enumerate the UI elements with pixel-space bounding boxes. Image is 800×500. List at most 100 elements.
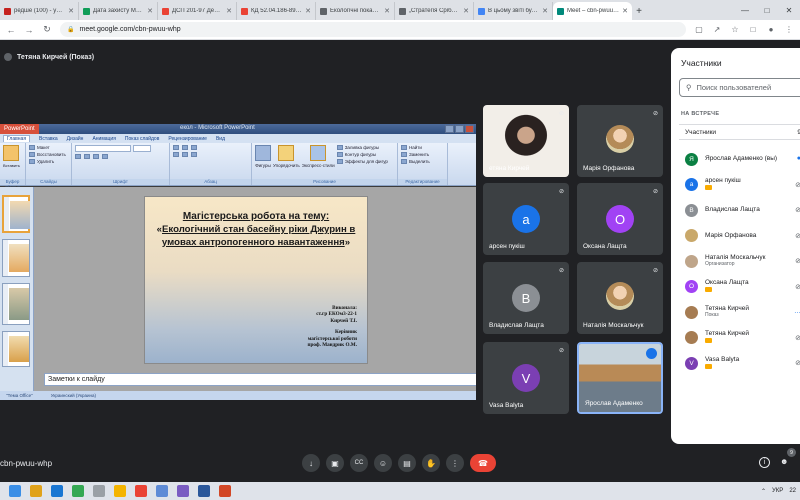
- more-icon[interactable]: ⋮: [446, 454, 464, 472]
- ppt-ribbon-tab[interactable]: Анимация: [92, 136, 115, 142]
- ppt-ribbon-tab[interactable]: Главная: [3, 135, 31, 142]
- mic-off-icon[interactable]: ⊘: [795, 257, 800, 265]
- tab-close-icon[interactable]: ✕: [622, 7, 628, 15]
- close-window-icon[interactable]: ✕: [778, 0, 800, 20]
- underline-button[interactable]: [93, 154, 99, 159]
- star-icon[interactable]: ☆: [730, 25, 740, 34]
- back-icon[interactable]: ←: [6, 25, 16, 35]
- participant-row[interactable]: Марія Орфанова ⊘: [679, 226, 800, 246]
- font-name-field[interactable]: [75, 145, 131, 152]
- present-icon[interactable]: ▤: [398, 454, 416, 472]
- paste-icon[interactable]: [3, 145, 19, 161]
- ppt-ribbon-tab[interactable]: Вставка: [39, 136, 58, 142]
- camera-icon[interactable]: ▣: [326, 454, 344, 472]
- shape-effects-button[interactable]: Эффекты для фигур: [336, 159, 388, 164]
- participant-row[interactable]: V Vasa Balyta ⊘: [679, 353, 800, 373]
- participant-tile[interactable]: Ярослав Адаменко: [577, 342, 663, 414]
- font-size-field[interactable]: [133, 145, 151, 152]
- word-icon[interactable]: [198, 485, 210, 497]
- edge-icon[interactable]: [51, 485, 63, 497]
- participant-row[interactable]: Я Ярослав Адаменко (вы) ●: [679, 149, 800, 169]
- slide-thumbnail[interactable]: [2, 239, 30, 277]
- browser-tab[interactable]: В цьому звіті було проа✕: [474, 2, 553, 20]
- ppt-ribbon-tab[interactable]: Дизайн: [67, 136, 84, 142]
- raise-hand-icon[interactable]: ✋: [422, 454, 440, 472]
- delete-slide-button[interactable]: Удалить: [29, 159, 68, 164]
- browser-tab[interactable]: „Стратегія Срібнянсько✕: [395, 2, 474, 20]
- ppt-ribbon-tab[interactable]: Показ слайдов: [125, 136, 159, 142]
- restore-button[interactable]: Восстановить: [29, 152, 68, 157]
- tab-close-icon[interactable]: ✕: [542, 7, 548, 15]
- menu-icon[interactable]: ⋮: [784, 25, 794, 34]
- participant-row[interactable]: Тетяна Кирчей ⊘: [679, 328, 800, 348]
- ppt-ribbon-tab[interactable]: Рецензирование: [168, 136, 207, 142]
- tab-close-icon[interactable]: ✕: [463, 7, 469, 15]
- app-icon[interactable]: [93, 485, 105, 497]
- tab-close-icon[interactable]: ✕: [305, 7, 311, 15]
- participant-row[interactable]: а арсен пукіш ⊘: [679, 175, 800, 195]
- layout-button[interactable]: Макет: [29, 145, 68, 150]
- profile-icon[interactable]: ●: [766, 25, 776, 34]
- font-color-button[interactable]: [102, 154, 108, 159]
- video-icon[interactable]: ▢: [694, 25, 704, 34]
- people-icon[interactable]: ☻: [780, 457, 792, 469]
- participant-row[interactable]: Тетяна КирчейПоказ…: [679, 302, 800, 322]
- minimize-icon[interactable]: —: [734, 0, 756, 20]
- quick-styles-icon[interactable]: [310, 145, 327, 161]
- participant-tile[interactable]: ⊘ етяна Кирчей: [483, 105, 569, 177]
- address-bar[interactable]: 🔒 meet.google.com/cbn-pwuu-whp: [60, 22, 686, 37]
- align-right-button[interactable]: [191, 152, 197, 157]
- emoji-icon[interactable]: ☺: [374, 454, 392, 472]
- align-left-button[interactable]: [173, 152, 179, 157]
- viber-icon[interactable]: [177, 485, 189, 497]
- participant-tile[interactable]: О ⊘ Оксана Лащта: [577, 183, 663, 255]
- reload-icon[interactable]: ↻: [42, 24, 52, 35]
- slide-thumbnail[interactable]: [2, 331, 30, 367]
- participant-tile[interactable]: V ⊘ Vasa Balyta: [483, 342, 569, 414]
- tab-close-icon[interactable]: ✕: [68, 7, 74, 15]
- mic-off-icon[interactable]: ⊘: [795, 181, 800, 189]
- maximize-icon[interactable]: □: [756, 0, 778, 20]
- powerpoint-icon[interactable]: [219, 485, 231, 497]
- tray-chevron-icon[interactable]: ⌃: [761, 488, 766, 495]
- select-button[interactable]: Выделить: [401, 159, 444, 164]
- captions-icon[interactable]: CC: [350, 454, 368, 472]
- shape-fill-button[interactable]: Заливка фигуры: [336, 145, 388, 150]
- mic-off-icon[interactable]: ⊘: [795, 359, 800, 367]
- extensions-icon[interactable]: □: [748, 25, 758, 34]
- numbering-button[interactable]: [182, 145, 188, 150]
- arrange-icon[interactable]: [278, 145, 295, 161]
- app-icon[interactable]: [114, 485, 126, 497]
- participant-tile[interactable]: ⊘ Наталія Москальчук: [577, 262, 663, 334]
- mic-off-icon[interactable]: ⊘: [795, 334, 800, 342]
- replace-button[interactable]: Заменить: [401, 152, 444, 157]
- italic-button[interactable]: [84, 154, 90, 159]
- tray-lang[interactable]: УКР: [772, 488, 783, 494]
- mic-off-icon[interactable]: ⊘: [795, 283, 800, 291]
- participant-tile[interactable]: ⊘ Марія Орфанова: [577, 105, 663, 177]
- align-center-button[interactable]: [182, 152, 188, 157]
- tray-clock[interactable]: 22: [789, 488, 796, 494]
- shape-outline-button[interactable]: Контур фигуры: [336, 152, 388, 157]
- browser-tab[interactable]: ДСП 201-97 Державні с✕: [158, 2, 237, 20]
- participant-tile[interactable]: а ⊘ арсен пукіш: [483, 183, 569, 255]
- mic-icon[interactable]: ↓: [302, 454, 320, 472]
- browser-tab[interactable]: редше (100) - yarad.Il✕: [0, 2, 79, 20]
- mic-off-icon[interactable]: ⊘: [795, 232, 800, 240]
- tab-close-icon[interactable]: ✕: [226, 7, 232, 15]
- end-call-icon[interactable]: ☎: [470, 454, 496, 472]
- participants-group[interactable]: Участники 9: [679, 124, 800, 140]
- browser-tab[interactable]: Екологічні показники - И✕: [316, 2, 395, 20]
- app-icon[interactable]: [135, 485, 147, 497]
- current-slide[interactable]: Магістерська робота на тему: «Екологічни…: [144, 196, 368, 364]
- chrome-icon[interactable]: [72, 485, 84, 497]
- indent-button[interactable]: [191, 145, 197, 150]
- participant-search-input[interactable]: ⚲ Поиск пользователей: [679, 78, 800, 97]
- new-tab-button[interactable]: +: [632, 2, 646, 20]
- file-explorer-icon[interactable]: [30, 485, 42, 497]
- bold-button[interactable]: [75, 154, 81, 159]
- slide-notes[interactable]: Заметки к слайду: [44, 373, 476, 386]
- shapes-icon[interactable]: [255, 145, 271, 161]
- start-icon[interactable]: [9, 485, 21, 497]
- forward-icon[interactable]: →: [24, 25, 34, 35]
